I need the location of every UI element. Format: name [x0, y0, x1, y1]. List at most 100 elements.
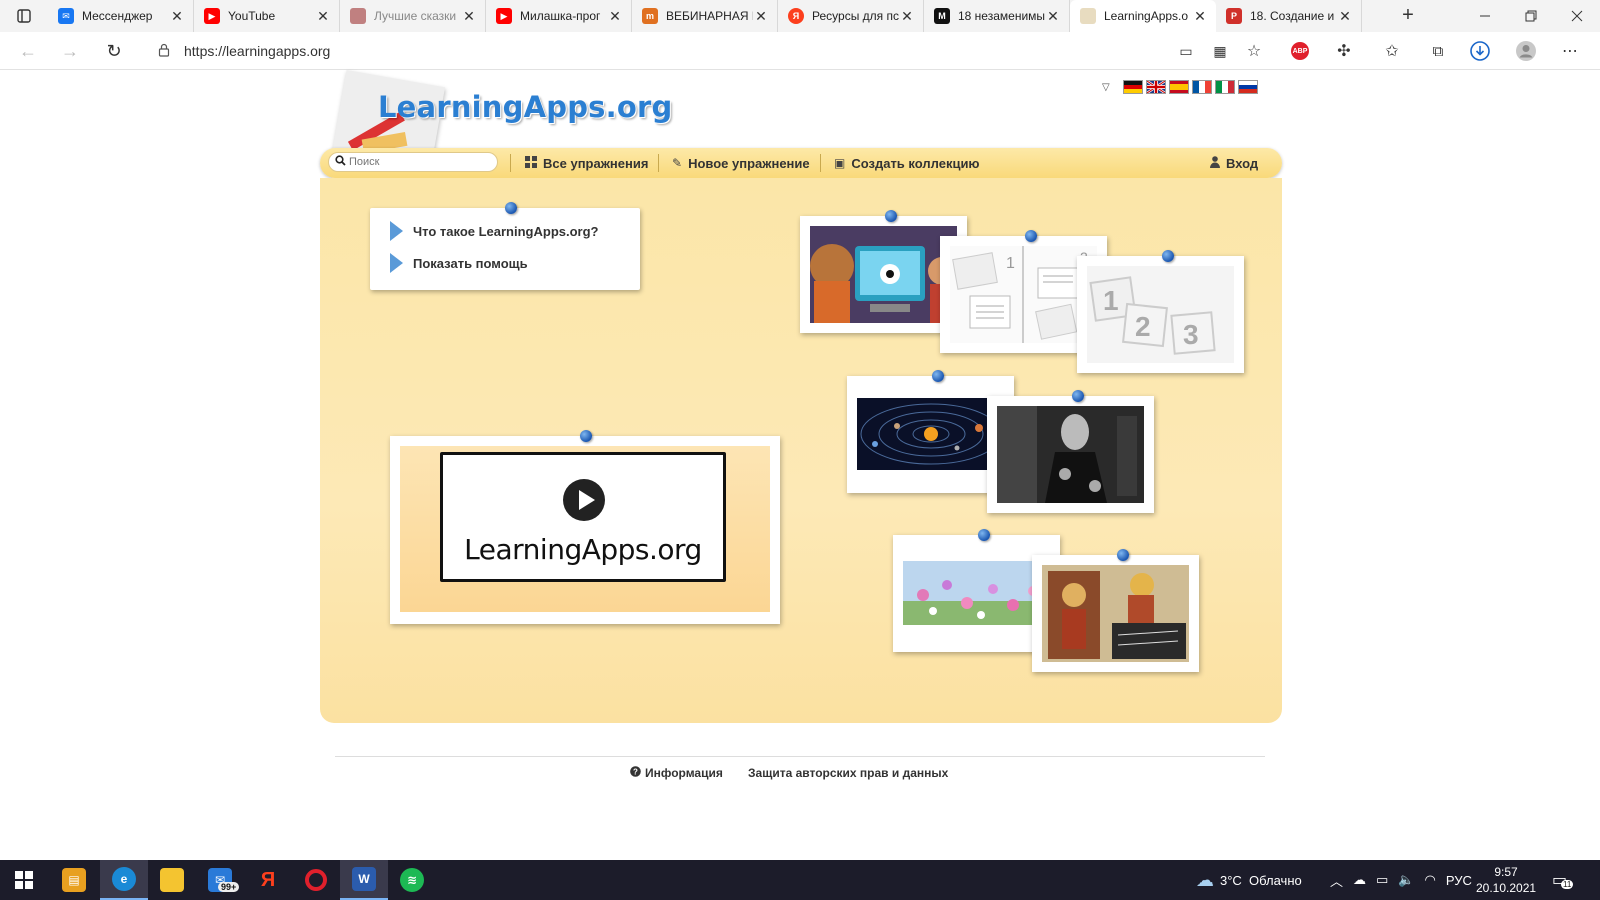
- intro-video[interactable]: LearningApps.org: [390, 430, 780, 624]
- book-icon: [350, 8, 366, 24]
- weather-widget[interactable]: ☁ 3°C Облачно: [1196, 860, 1302, 900]
- clock[interactable]: 9:57 20.10.2021: [1476, 864, 1536, 896]
- close-tab-icon[interactable]: ✕: [1337, 8, 1353, 24]
- cloud-icon: ☁: [1196, 869, 1214, 890]
- privacy-link[interactable]: Защита авторских прав и данных: [748, 756, 948, 790]
- tab-title: 18. Создание и: [1250, 9, 1335, 23]
- minimize-icon: [1480, 15, 1490, 17]
- read-aloud-button[interactable]: ▭: [1172, 37, 1200, 65]
- taskbar-spotify[interactable]: ≋: [388, 860, 436, 900]
- profile-button[interactable]: [1512, 37, 1540, 65]
- close-tab-icon[interactable]: ✕: [169, 8, 185, 24]
- flag-es-icon[interactable]: [1169, 80, 1189, 94]
- what-is-link[interactable]: Что такое LearningApps.org?: [390, 220, 599, 242]
- tab-actions-button[interactable]: [8, 4, 40, 28]
- taskbar-yandex[interactable]: Я: [244, 860, 292, 900]
- close-tab-icon[interactable]: ✕: [607, 8, 623, 24]
- extensions-button[interactable]: ✣: [1330, 37, 1358, 65]
- minimize-button[interactable]: [1462, 0, 1508, 32]
- browser-tab[interactable]: Лучшие сказки ✕: [340, 0, 486, 32]
- browser-tab[interactable]: P 18. Создание и ✕: [1216, 0, 1362, 32]
- edge-icon: e: [112, 867, 136, 891]
- show-help-link[interactable]: Показать помощь: [390, 252, 528, 274]
- tab-title: YouTube: [228, 9, 276, 23]
- menu-divider: [658, 154, 659, 172]
- downloads-button[interactable]: [1466, 37, 1494, 65]
- taskbar-word[interactable]: W: [340, 860, 388, 900]
- adblock-button[interactable]: ABP: [1286, 37, 1314, 65]
- input-language[interactable]: РУС: [1446, 873, 1472, 888]
- browser-tab-active[interactable]: LearningApps.o ✕: [1070, 0, 1216, 32]
- browser-tab-strip: ✉ Мессенджер ✕ ▶ YouTube ✕ Лучшие сказки…: [0, 0, 1600, 32]
- browser-tab[interactable]: ▶ YouTube ✕: [194, 0, 340, 32]
- close-window-button[interactable]: [1554, 0, 1600, 32]
- taskbar-explorer[interactable]: [148, 860, 196, 900]
- wifi-icon[interactable]: ◠: [1425, 872, 1436, 888]
- language-dropdown-icon[interactable]: ▽: [1102, 82, 1116, 93]
- volume-icon[interactable]: 🔈: [1398, 872, 1414, 888]
- close-tab-icon[interactable]: ✕: [315, 8, 331, 24]
- browser-tab[interactable]: ✉ Мессенджер ✕: [48, 0, 194, 32]
- favorites-button[interactable]: ✩: [1378, 37, 1406, 65]
- flag-fr-icon[interactable]: [1192, 80, 1212, 94]
- restore-icon: [1525, 10, 1537, 22]
- refresh-icon: ↻: [106, 40, 122, 61]
- back-button[interactable]: ←: [14, 37, 42, 65]
- flag-ru-icon[interactable]: [1238, 80, 1258, 94]
- battery-icon[interactable]: ▭: [1376, 872, 1388, 888]
- address-bar[interactable]: https://learningapps.org: [146, 36, 1266, 66]
- all-exercises-link[interactable]: Все упражнения: [525, 148, 648, 178]
- search-box[interactable]: [328, 152, 498, 172]
- question-circle-icon: ?: [630, 766, 641, 780]
- taskbar-opera[interactable]: [292, 860, 340, 900]
- solar-system-image: [857, 386, 1004, 483]
- close-tab-icon[interactable]: ✕: [461, 8, 477, 24]
- create-collection-link[interactable]: ▣ Создать коллекцию: [834, 148, 980, 178]
- play-icon[interactable]: [563, 479, 605, 521]
- flag-en-icon[interactable]: [1146, 80, 1166, 94]
- onedrive-icon[interactable]: ☁: [1353, 872, 1366, 888]
- browser-tab[interactable]: M 18 незаменимы ✕: [924, 0, 1070, 32]
- login-link[interactable]: Вход: [1210, 148, 1258, 178]
- start-button[interactable]: [0, 860, 48, 900]
- forward-button[interactable]: →: [56, 37, 84, 65]
- search-input[interactable]: [349, 156, 489, 168]
- browser-tab[interactable]: ▶ Милашка-прог ✕: [486, 0, 632, 32]
- restore-button[interactable]: [1508, 0, 1554, 32]
- site-logo[interactable]: LearningApps.org: [378, 90, 672, 124]
- messenger-icon: ✉: [58, 8, 74, 24]
- exercise-thumbnail[interactable]: [987, 390, 1154, 513]
- browser-tab[interactable]: Я Ресурсы для пс ✕: [778, 0, 924, 32]
- yandex-browser-icon: Я: [260, 868, 276, 891]
- flag-it-icon[interactable]: [1215, 80, 1235, 94]
- add-favorite-button[interactable]: ☆: [1240, 37, 1268, 65]
- new-exercise-link[interactable]: ✎ Новое упражнение: [672, 148, 810, 178]
- refresh-button[interactable]: ↻: [100, 37, 128, 65]
- exercise-thumbnail[interactable]: 1 2 3: [1077, 250, 1244, 373]
- chevron-up-icon[interactable]: ︿: [1330, 871, 1343, 890]
- info-label: Информация: [645, 766, 723, 780]
- close-tab-icon[interactable]: ✕: [899, 8, 915, 24]
- settings-menu-button[interactable]: ⋯: [1556, 37, 1584, 65]
- yandex-icon: Я: [788, 8, 804, 24]
- taskbar-store[interactable]: ▤: [50, 860, 98, 900]
- new-tab-button[interactable]: +: [1396, 4, 1420, 28]
- svg-text:1: 1: [1103, 285, 1119, 316]
- taskbar-mail[interactable]: ✉ 99+: [196, 860, 244, 900]
- system-tray: ︿ ☁ ▭ 🔈 ◠ РУС: [1330, 860, 1472, 900]
- exercise-thumbnail[interactable]: [1032, 549, 1199, 672]
- triangle-arrow-icon: [390, 253, 403, 273]
- close-tab-icon[interactable]: ✕: [1192, 8, 1208, 24]
- browser-tab[interactable]: m ВЕБИНАРНАЯ К ✕: [632, 0, 778, 32]
- collections-button[interactable]: ⧉: [1424, 37, 1452, 65]
- tab-title: Мессенджер: [82, 9, 153, 23]
- apps-button[interactable]: ▦: [1206, 37, 1234, 65]
- youtube-icon: ▶: [496, 8, 512, 24]
- info-link[interactable]: ? Информация: [630, 756, 723, 790]
- taskbar-edge[interactable]: e: [100, 860, 148, 900]
- close-tab-icon[interactable]: ✕: [753, 8, 769, 24]
- new-exercise-label: Новое упражнение: [688, 155, 810, 171]
- flag-de-icon[interactable]: [1123, 80, 1143, 94]
- close-tab-icon[interactable]: ✕: [1045, 8, 1061, 24]
- notifications-button[interactable]: ▭ 11: [1552, 860, 1574, 900]
